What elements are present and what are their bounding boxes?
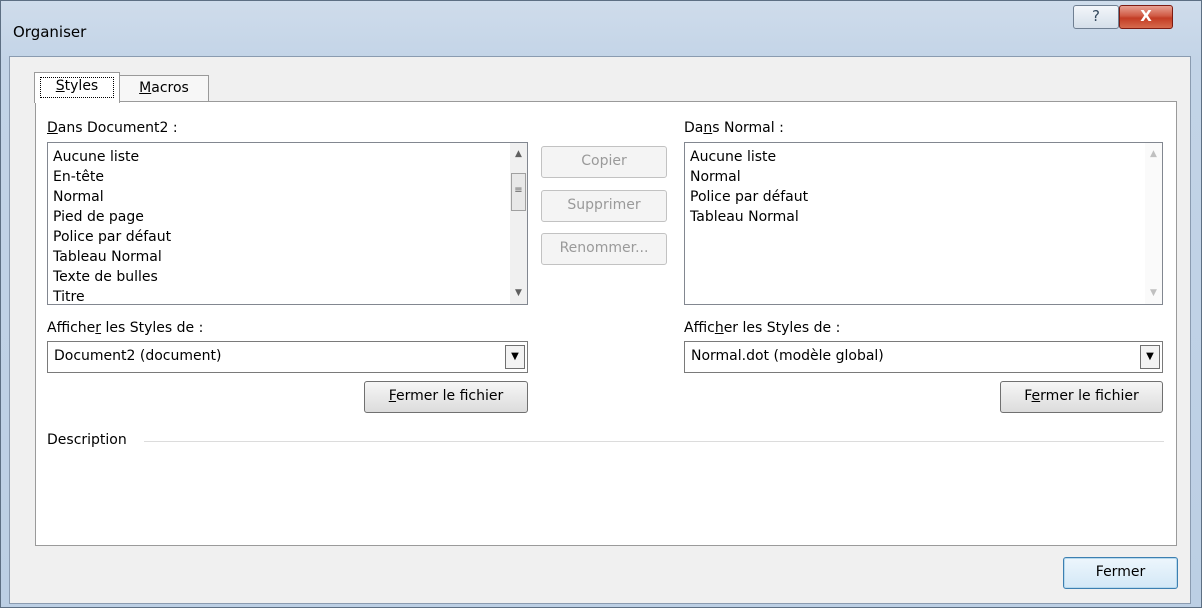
scroll-thumb[interactable]: ≡: [511, 173, 526, 211]
dialog-client-area: Styles Macros Dans Document2 : Aucune li…: [9, 56, 1191, 604]
scroll-down-icon[interactable]: ▼: [510, 288, 527, 298]
list-item[interactable]: En-tête: [53, 167, 171, 187]
scroll-down-icon[interactable]: ▼: [1145, 288, 1162, 298]
list-item[interactable]: Tableau Normal: [53, 247, 171, 267]
list-item[interactable]: Texte de bulles: [53, 267, 171, 287]
description-label: Description: [47, 432, 127, 448]
tab-styles[interactable]: Styles: [34, 72, 120, 103]
left-list-label: Dans Document2 :: [47, 120, 178, 136]
list-item[interactable]: Titre: [53, 287, 171, 307]
right-show-styles-label: Afficher les Styles de :: [684, 320, 841, 336]
right-list-label: Dans Normal :: [684, 120, 784, 136]
scroll-up-icon[interactable]: ▲: [510, 149, 527, 159]
left-styles-source-combo[interactable]: Document2 (document) ▼: [47, 341, 528, 373]
copy-button[interactable]: Copier: [541, 146, 667, 178]
title-bar[interactable]: Organiser ? X: [1, 1, 1201, 57]
tab-macros-label: Macros: [139, 80, 189, 96]
close-window-button[interactable]: X: [1119, 5, 1173, 29]
tab-macros[interactable]: Macros: [119, 75, 209, 102]
dialog-title: Organiser: [13, 23, 87, 41]
right-combo-value: Normal.dot (modèle global): [691, 348, 884, 364]
right-close-file-button[interactable]: Fermer le fichier: [1000, 381, 1163, 413]
right-styles-source-combo[interactable]: Normal.dot (modèle global) ▼: [684, 341, 1163, 373]
list-item[interactable]: Pied de page: [53, 207, 171, 227]
help-button[interactable]: ?: [1073, 5, 1119, 29]
list-item[interactable]: Police par défaut: [53, 227, 171, 247]
organiser-dialog: Organiser ? X Styles Macros Dans Documen…: [0, 0, 1202, 608]
tab-styles-label: Styles: [55, 78, 99, 94]
close-icon: X: [1140, 7, 1152, 25]
list-item[interactable]: Aucune liste: [690, 147, 808, 167]
list-item[interactable]: Police par défaut: [690, 187, 808, 207]
scroll-up-icon[interactable]: ▲: [1145, 149, 1162, 159]
left-styles-items: Aucune liste En-tête Normal Pied de page…: [53, 147, 171, 307]
right-styles-items: Aucune liste Normal Police par défaut Ta…: [690, 147, 808, 227]
list-item[interactable]: Aucune liste: [53, 147, 171, 167]
grip-icon: ≡: [514, 185, 523, 196]
help-icon: ?: [1092, 7, 1100, 25]
delete-button[interactable]: Supprimer: [541, 190, 667, 222]
dropdown-arrow-icon[interactable]: ▼: [505, 345, 525, 369]
description-divider: [144, 441, 1164, 442]
right-list-scrollbar[interactable]: ▲ ▼: [1145, 143, 1162, 304]
left-styles-list[interactable]: Aucune liste En-tête Normal Pied de page…: [47, 142, 528, 305]
list-item[interactable]: Tableau Normal: [690, 207, 808, 227]
list-item[interactable]: Normal: [53, 187, 171, 207]
left-show-styles-label: Afficher les Styles de :: [47, 320, 204, 336]
left-combo-value: Document2 (document): [54, 348, 222, 364]
list-item[interactable]: Normal: [690, 167, 808, 187]
left-list-scrollbar[interactable]: ▲ ≡ ▼: [510, 143, 527, 304]
left-close-file-button[interactable]: Fermer le fichier: [364, 381, 528, 413]
right-styles-list[interactable]: Aucune liste Normal Police par défaut Ta…: [684, 142, 1163, 305]
rename-button[interactable]: Renommer...: [541, 233, 667, 265]
dropdown-arrow-icon[interactable]: ▼: [1140, 345, 1160, 369]
close-dialog-button[interactable]: Fermer: [1063, 557, 1178, 589]
styles-tab-panel: Dans Document2 : Aucune liste En-tête No…: [35, 101, 1177, 546]
